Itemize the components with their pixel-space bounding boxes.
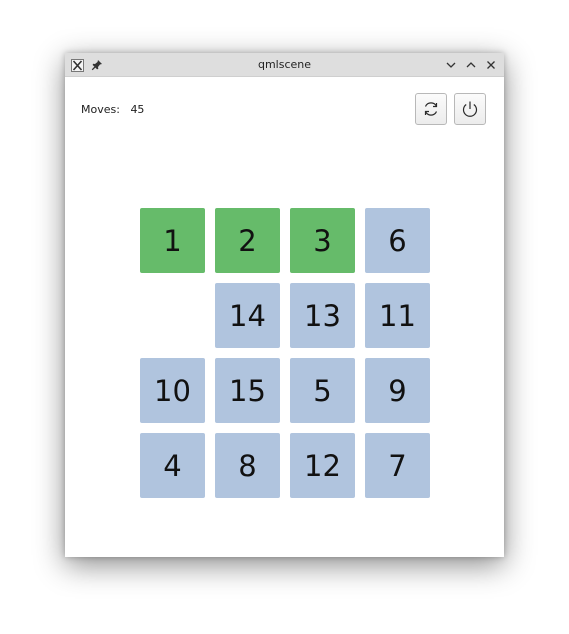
puzzle-tile[interactable]: 7 (365, 433, 430, 498)
puzzle-tile[interactable]: 1 (140, 208, 205, 273)
moves-value: 45 (130, 103, 145, 116)
puzzle-tile[interactable]: 6 (365, 208, 430, 273)
puzzle-tile[interactable]: 13 (290, 283, 355, 348)
puzzle-tile[interactable]: 11 (365, 283, 430, 348)
refresh-icon (424, 102, 438, 116)
moves-counter: Moves: 45 (81, 103, 144, 116)
puzzle-board: 1 2 3 6 14 13 11 10 15 5 9 4 8 12 7 (140, 208, 430, 498)
moves-label: Moves: (81, 103, 120, 116)
puzzle-tile[interactable]: 15 (215, 358, 280, 423)
puzzle-tile[interactable]: 9 (365, 358, 430, 423)
empty-slot (140, 283, 205, 348)
puzzle-tile[interactable]: 10 (140, 358, 205, 423)
chevron-up-icon[interactable] (463, 57, 479, 73)
quit-button[interactable] (454, 93, 486, 125)
window-title: qmlscene (257, 58, 312, 71)
puzzle-tile[interactable]: 5 (290, 358, 355, 423)
app-window: qmlscene Moves: 45 1 2 3 6 14 13 11 10 15 5 9 4 8 12 7 (65, 53, 504, 557)
puzzle-tile[interactable]: 3 (290, 208, 355, 273)
title-bar[interactable]: qmlscene (65, 53, 504, 77)
power-icon (462, 101, 478, 117)
close-icon[interactable] (483, 57, 499, 73)
puzzle-tile[interactable]: 12 (290, 433, 355, 498)
puzzle-tile[interactable]: 8 (215, 433, 280, 498)
puzzle-tile[interactable]: 2 (215, 208, 280, 273)
chevron-down-icon[interactable] (443, 57, 459, 73)
puzzle-tile[interactable]: 14 (215, 283, 280, 348)
puzzle-tile[interactable]: 4 (140, 433, 205, 498)
shuffle-button[interactable] (415, 93, 447, 125)
